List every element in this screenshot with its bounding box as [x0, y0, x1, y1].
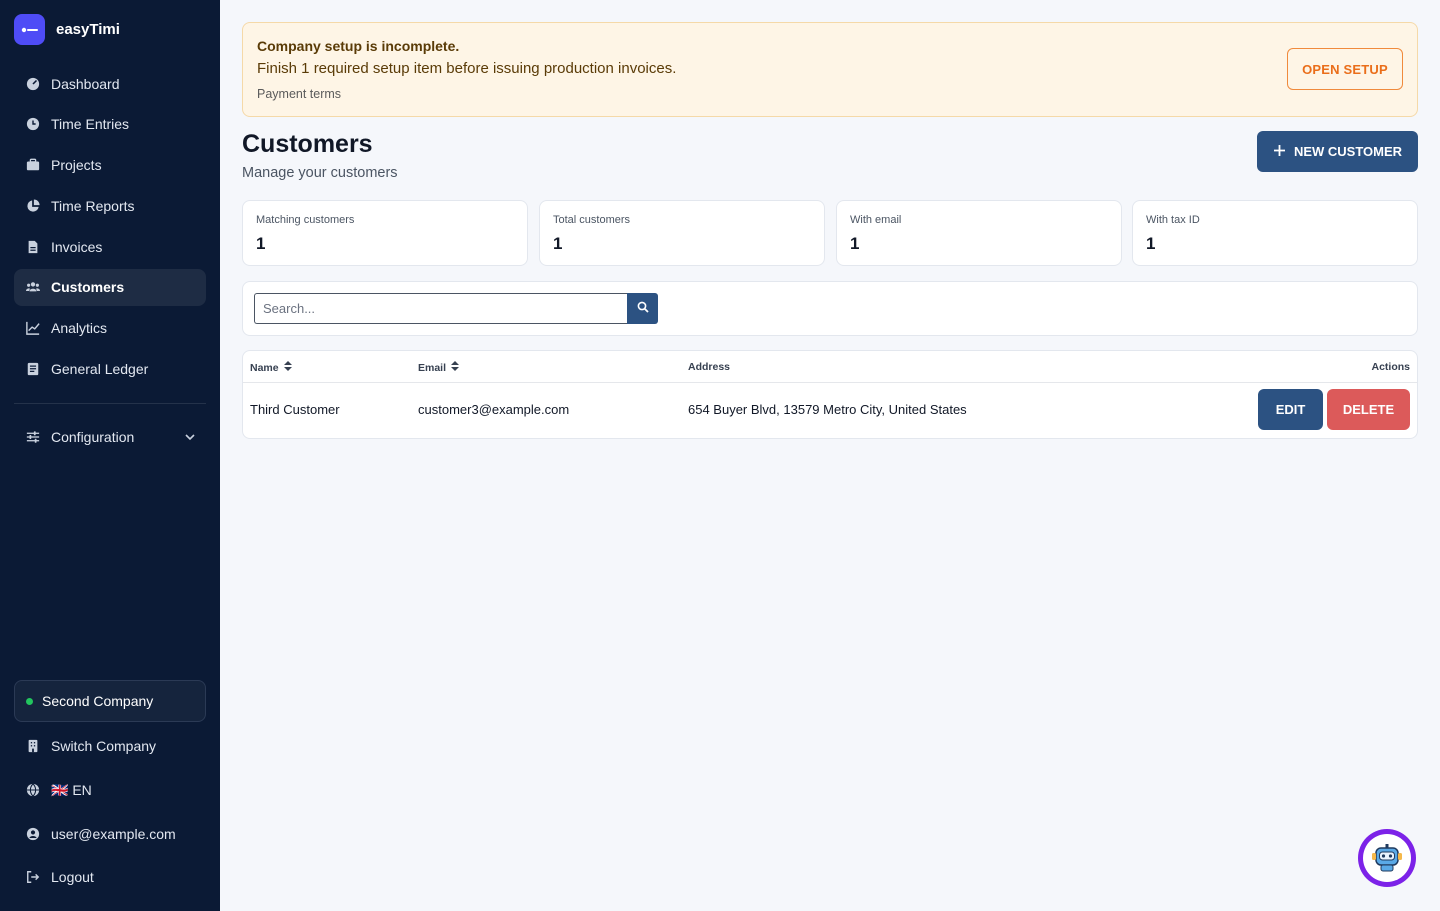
nav-label: Customers	[51, 279, 125, 296]
nav-label: General Ledger	[51, 361, 149, 378]
search-button[interactable]	[627, 293, 658, 324]
sort-icon	[451, 361, 460, 374]
nav-item-time-entries[interactable]: Time Entries	[14, 106, 206, 143]
customer-address: 654 Buyer Blvd, 13579 Metro City, United…	[688, 402, 967, 417]
nav-label: Invoices	[51, 238, 103, 255]
stat-value: 1	[1146, 234, 1156, 253]
customer-email: customer3@example.com	[418, 402, 570, 417]
briefcase-icon	[25, 158, 40, 173]
pie-chart-icon	[25, 198, 40, 213]
switch-company-link[interactable]: Switch Company	[14, 731, 206, 761]
sidebar: easyTimi Dashboard Time Entries Projects…	[0, 0, 220, 911]
nav-label: Dashboard	[51, 75, 120, 92]
edit-button[interactable]: EDIT	[1258, 389, 1323, 430]
banner-missing-item: Payment terms	[257, 87, 342, 101]
main-nav: Dashboard Time Entries Projects Time Rep…	[14, 65, 206, 391]
brand[interactable]: easyTimi	[14, 14, 120, 45]
new-customer-button[interactable]: NEW CUSTOMER	[1257, 131, 1418, 172]
users-icon	[25, 280, 40, 295]
line-chart-icon	[25, 321, 40, 336]
nav-label: Configuration	[51, 428, 135, 445]
nav-item-dashboard[interactable]: Dashboard	[14, 65, 206, 102]
plus-icon	[1273, 144, 1286, 160]
stat-label: Matching customers	[256, 214, 355, 226]
page-title: Customers	[242, 130, 373, 158]
nav-item-projects[interactable]: Projects	[14, 147, 206, 184]
stat-label: With tax ID	[1146, 214, 1200, 226]
nav-item-invoices[interactable]: Invoices	[14, 228, 206, 265]
search-icon	[637, 301, 649, 316]
page-subtitle: Manage your customers	[242, 165, 398, 181]
status-dot	[26, 697, 33, 705]
stat-card: With tax ID 1	[1132, 200, 1418, 266]
chat-assistant-button[interactable]	[1358, 829, 1416, 887]
building-icon	[25, 739, 40, 754]
column-header-address: Address	[688, 361, 731, 373]
sort-icon	[283, 361, 292, 374]
stat-card: With email 1	[836, 200, 1122, 266]
nav-label: Time Entries	[51, 116, 130, 133]
stat-value: 1	[553, 234, 563, 253]
user-account[interactable]: user@example.com	[14, 819, 206, 849]
language-label: 🇬🇧 EN	[51, 781, 92, 798]
current-company[interactable]: Second Company	[14, 680, 206, 722]
stat-label: With email	[850, 214, 902, 226]
sidebar-divider	[14, 403, 206, 404]
nav-item-customers[interactable]: Customers	[14, 268, 206, 306]
user-circle-icon	[25, 827, 40, 842]
company-name: Second Company	[42, 693, 154, 709]
logout-button[interactable]: Logout	[14, 862, 206, 892]
open-setup-button[interactable]: OPEN SETUP	[1287, 48, 1403, 90]
column-label: Email	[418, 361, 447, 374]
banner-message: Finish 1 required setup item before issu…	[257, 60, 677, 77]
stat-card: Matching customers 1	[242, 200, 528, 266]
nav-label: Analytics	[51, 320, 108, 337]
dashboard-icon	[25, 76, 40, 91]
language-selector[interactable]: 🇬🇧 EN	[14, 775, 206, 805]
stat-label: Total customers	[553, 214, 631, 226]
table-header: Name Email Address Actions	[243, 351, 1417, 383]
customer-name: Third Customer	[250, 402, 340, 417]
nav-item-general-ledger[interactable]: General Ledger	[14, 351, 206, 388]
switch-company-label: Switch Company	[51, 738, 157, 754]
stat-value: 1	[850, 234, 860, 253]
column-label: Name	[250, 361, 279, 374]
chevron-down-icon	[184, 430, 196, 446]
nav-item-configuration[interactable]: Configuration	[14, 418, 206, 455]
clock-icon	[25, 117, 40, 132]
file-icon	[25, 239, 40, 254]
ledger-icon	[25, 362, 40, 377]
robot-icon	[1363, 834, 1411, 882]
stat-card: Total customers 1	[539, 200, 825, 266]
setup-warning-banner: Company setup is incomplete. Finish 1 re…	[242, 22, 1418, 117]
search-input[interactable]	[254, 293, 628, 324]
column-header-email[interactable]: Email	[418, 361, 460, 374]
nav-item-time-reports[interactable]: Time Reports	[14, 187, 206, 224]
brand-logo-icon	[14, 14, 45, 45]
logout-icon	[25, 870, 40, 885]
nav-label: Time Reports	[51, 197, 135, 214]
column-header-actions: Actions	[1371, 361, 1410, 373]
brand-name: easyTimi	[56, 21, 120, 38]
search-bar	[242, 281, 1418, 336]
column-header-name[interactable]: Name	[250, 361, 292, 374]
sliders-icon	[25, 429, 40, 444]
stat-value: 1	[256, 234, 266, 253]
globe-icon	[25, 783, 40, 798]
customers-table: Name Email Address Actions Third Custome…	[242, 350, 1418, 439]
logout-label: Logout	[51, 869, 94, 885]
delete-button[interactable]: DELETE	[1327, 389, 1410, 430]
nav-item-analytics[interactable]: Analytics	[14, 310, 206, 347]
user-email: user@example.com	[51, 826, 176, 842]
banner-title: Company setup is incomplete.	[257, 38, 460, 54]
nav-label: Projects	[51, 157, 102, 174]
new-customer-label: NEW CUSTOMER	[1293, 144, 1403, 159]
